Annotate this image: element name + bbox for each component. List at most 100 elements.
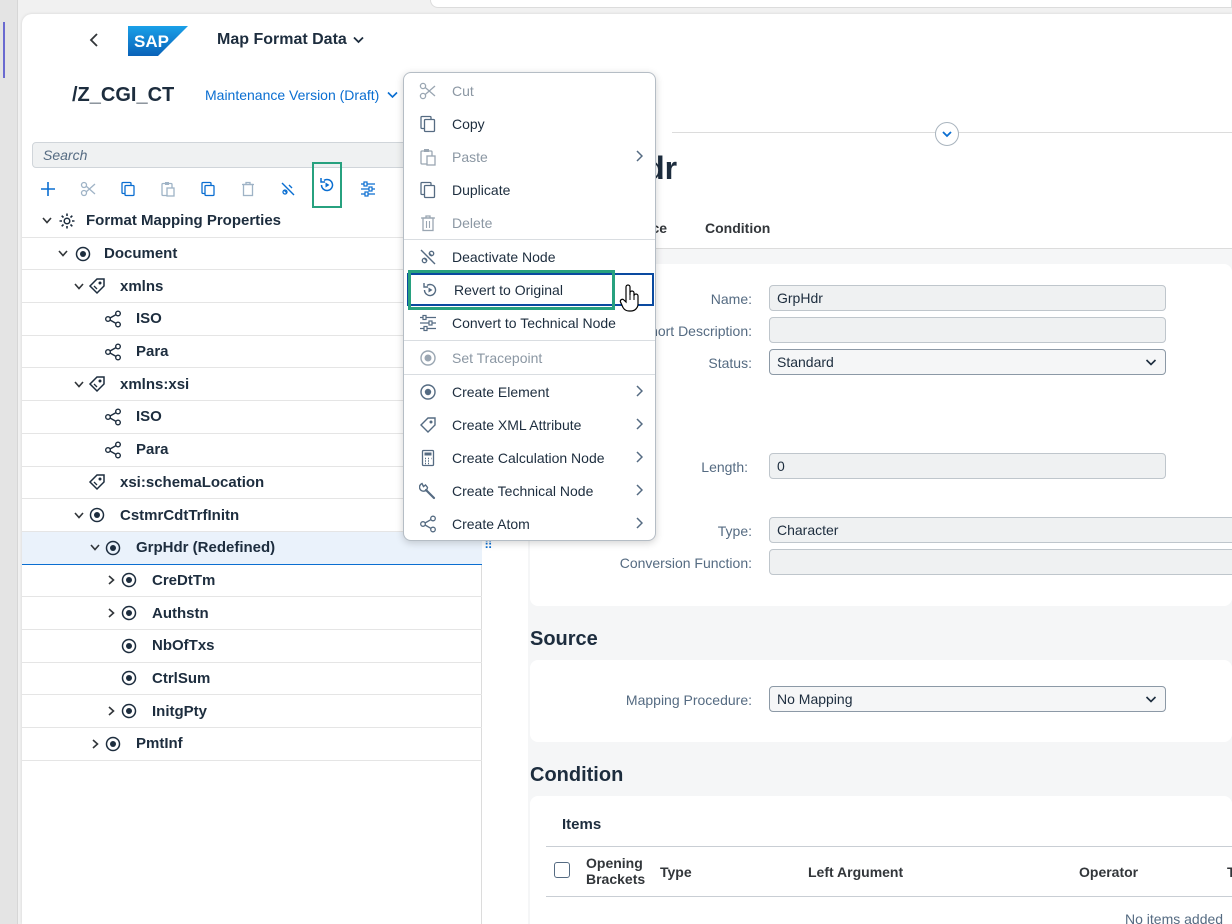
empty-table-text: No items added [1125,911,1224,924]
type-field[interactable]: Character [769,517,1232,543]
object-title: /Z_CGI_CT [72,84,175,106]
version-selector[interactable]: Maintenance Version (Draft) [205,87,398,103]
delete-icon [242,181,254,197]
chevron-right-icon[interactable] [88,737,102,751]
source-section-title: Source [530,628,598,650]
menu-item-copy[interactable]: Copy [404,107,655,140]
window-edge [0,0,18,924]
technical-node-icon [361,181,375,197]
tree-row-label: xmlns [120,277,164,295]
chevron-down-icon[interactable] [72,508,86,522]
tree-row[interactable]: Authstn [22,597,482,630]
menu-item-create-atom[interactable]: Create Atom [404,507,655,540]
menu-item-label: Set Tracepoint [452,349,543,366]
select-all-checkbox[interactable] [554,862,570,878]
tree-row[interactable]: PmtInf [22,728,482,761]
name-field[interactable]: GrpHdr [769,285,1166,311]
delete-button[interactable] [235,176,261,202]
deactivate-button[interactable] [275,176,301,202]
col-type: Type [660,864,692,880]
chevron-right-icon [636,417,644,433]
shell-bar: SAP Map Format Data [22,14,1232,68]
duplicate-button[interactable] [195,176,221,202]
back-button[interactable] [82,28,106,52]
revert-icon [320,178,334,192]
tree-row-label: PmtInf [136,735,183,753]
tracepoint-icon [418,348,438,368]
atom-icon [104,343,122,361]
chevron-right-icon [636,516,644,532]
atom-icon [418,514,438,534]
menu-item-cut[interactable]: Cut [404,74,655,107]
menu-item-label: Delete [452,214,493,231]
menu-item-create-element[interactable]: Create Element [404,375,655,408]
attribute-icon [88,375,106,393]
copy-icon [121,181,135,197]
short-description-field[interactable] [769,317,1166,343]
status-select[interactable]: Standard [769,349,1166,375]
tree-row-label: ISO [136,310,162,328]
chevron-right-icon [636,483,644,499]
browser-top-bar [430,0,1232,8]
chevron-down-icon[interactable] [72,377,86,391]
menu-item-create-calculation-node[interactable]: Create Calculation Node [404,441,655,474]
chevron-right-icon[interactable] [104,573,118,587]
attribute-icon [88,473,106,491]
tree-row[interactable]: NbOfTxs [22,630,482,663]
status-value: Standard [777,354,834,370]
tree-row-label: Authstn [152,604,209,622]
chevron-right-icon[interactable] [104,606,118,620]
element-icon [120,571,138,589]
tree-row-label: ISO [136,408,162,426]
menu-item-convert-to-technical-node[interactable]: Convert to Technical Node [404,306,655,339]
chevron-down-icon[interactable] [40,214,54,228]
length-field[interactable]: 0 [769,453,1166,479]
menu-item-label: Paste [452,148,488,165]
technical-node-button[interactable] [355,176,381,202]
tree-row[interactable]: CtrlSum [22,663,482,696]
menu-item-duplicate[interactable]: Duplicate [404,173,655,206]
menu-item-delete[interactable]: Delete [404,206,655,239]
gear-icon [58,212,76,230]
paste-button[interactable] [155,176,181,202]
menu-item-create-technical-node[interactable]: Create Technical Node [404,474,655,507]
menu-item-label: Convert to Technical Node [452,314,616,331]
tree-row-label: CstmrCdtTrfInitn [120,506,240,524]
paste-icon [418,147,438,167]
tree-row-label: NbOfTxs [152,637,215,655]
conversion-function-field[interactable] [769,549,1232,575]
mapping-procedure-label: Mapping Procedure: [625,692,752,708]
highlight-box [408,270,615,310]
element-icon [104,539,122,557]
chevron-down-icon[interactable] [88,541,102,555]
chevron-down-icon [942,130,952,137]
copy-button[interactable] [115,176,141,202]
menu-item-deactivate-node[interactable]: Deactivate Node [404,240,655,273]
collapse-header-button[interactable] [935,122,959,146]
condition-section-title: Condition [530,764,624,786]
deactivate-icon [281,182,295,196]
add-button[interactable] [35,176,61,202]
tab-condition[interactable]: Condition [705,220,770,236]
menu-item-paste[interactable]: Paste [404,140,655,173]
attribute-icon [418,415,438,435]
app-title-menu[interactable]: Map Format Data [217,31,364,49]
chevron-down-icon[interactable] [56,247,70,261]
mapping-procedure-select[interactable]: No Mapping [769,686,1166,712]
revert-button[interactable] [312,162,342,208]
cut-button[interactable] [75,176,101,202]
mapping-procedure-value: No Mapping [777,691,853,707]
chevron-down-icon[interactable] [72,279,86,293]
element-icon [74,245,92,263]
menu-item-label: Cut [452,82,474,99]
menu-item-set-tracepoint[interactable]: Set Tracepoint [404,341,655,374]
tree-row[interactable]: CreDtTm [22,565,482,598]
table-header-border [546,896,1232,897]
tree-row[interactable]: InitgPty [22,695,482,728]
scissors-icon [418,81,438,101]
menu-item-create-xml-attribute[interactable]: Create XML Attribute [404,408,655,441]
tree-row-label: CtrlSum [152,669,211,687]
element-icon [88,506,106,524]
chevron-right-icon[interactable] [104,704,118,718]
chevron-left-icon [89,33,98,47]
